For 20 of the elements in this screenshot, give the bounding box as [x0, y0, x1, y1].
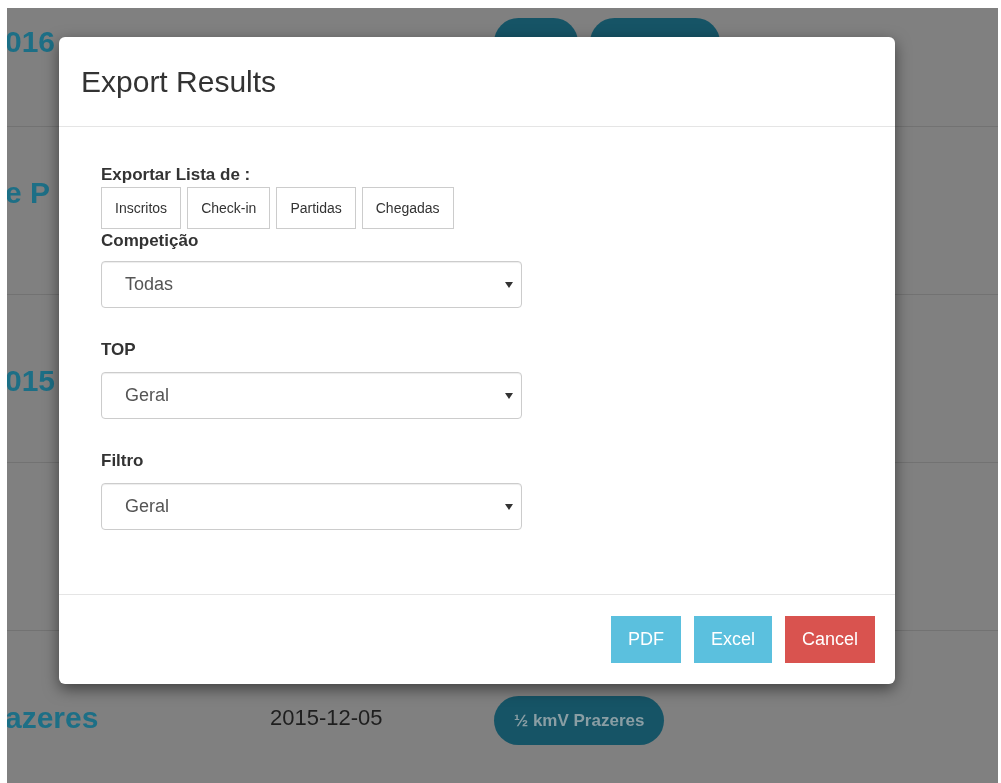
footer-button[interactable]: PDF: [610, 616, 681, 663]
caret-icon: [505, 503, 513, 510]
field-label: Exportar Lista de :: [101, 165, 252, 185]
caret-icon: [505, 281, 513, 288]
footer-button[interactable]: Excel: [693, 616, 772, 663]
export-option-button[interactable]: Partidas: [276, 187, 356, 229]
export-option-button[interactable]: Inscritos: [101, 187, 182, 229]
modal-title: Export Results: [81, 64, 277, 99]
select-field[interactable]: Todas: [101, 261, 522, 308]
tag-pill[interactable]: ½ kmV Prazeres: [494, 696, 665, 745]
field-label: TOP: [101, 340, 137, 360]
select-field[interactable]: Geral: [101, 372, 522, 419]
footer-button[interactable]: Cancel: [784, 616, 875, 663]
field-label: Competição: [101, 231, 200, 251]
field-label: Filtro: [101, 451, 145, 471]
caret-icon: [505, 392, 513, 399]
export-option-button[interactable]: Check-in: [187, 187, 271, 229]
event-date: 2015-12-05: [270, 704, 384, 732]
select-field[interactable]: Geral: [101, 483, 522, 530]
export-option-button[interactable]: Chegadas: [361, 187, 454, 229]
